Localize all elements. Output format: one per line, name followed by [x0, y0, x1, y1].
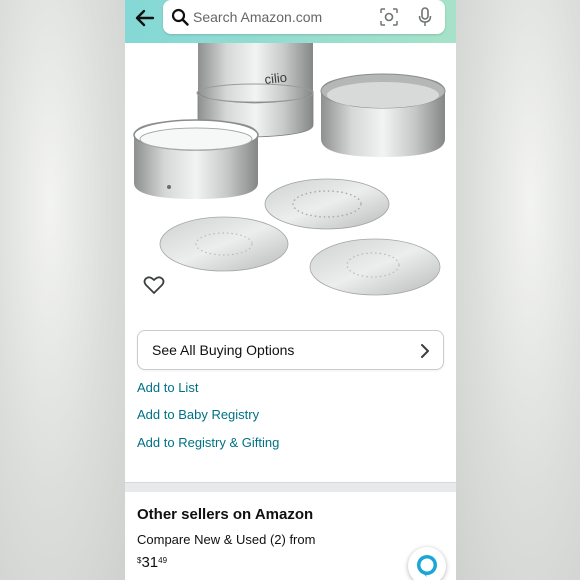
price-symbol: $: [137, 556, 142, 565]
price-whole: 31: [141, 554, 159, 571]
compare-new-used-link[interactable]: Compare New & Used (2) from: [137, 532, 315, 547]
background-left: [0, 0, 125, 580]
search-header: [125, 0, 456, 43]
section-divider: [125, 482, 456, 492]
other-sellers-heading: Other sellers on Amazon: [137, 506, 314, 523]
brand-mark: cilio: [264, 70, 288, 87]
search-bar[interactable]: [163, 0, 445, 34]
search-input[interactable]: [193, 4, 373, 30]
see-all-buying-options-button[interactable]: See All Buying Options: [137, 330, 444, 370]
buying-options-label: See All Buying Options: [152, 342, 295, 358]
mic-icon[interactable]: [418, 7, 432, 27]
alexa-icon: [417, 555, 437, 577]
camera-icon[interactable]: [380, 8, 398, 26]
heart-icon[interactable]: [143, 275, 165, 295]
back-arrow-icon[interactable]: [133, 6, 157, 30]
price-fraction: 49: [158, 556, 168, 565]
chevron-right-icon: [421, 344, 429, 358]
add-to-registry-gifting-link[interactable]: Add to Registry & Gifting: [137, 435, 279, 450]
price: $3149: [137, 554, 167, 572]
background-right: [456, 0, 580, 580]
phone-screen: cilio See All Buying Options Add to List…: [125, 0, 456, 580]
add-to-list-link[interactable]: Add to List: [137, 380, 198, 395]
search-icon: [171, 8, 189, 26]
product-image[interactable]: cilio: [125, 43, 456, 305]
alexa-button[interactable]: [408, 547, 446, 580]
add-to-baby-registry-link[interactable]: Add to Baby Registry: [137, 407, 259, 422]
